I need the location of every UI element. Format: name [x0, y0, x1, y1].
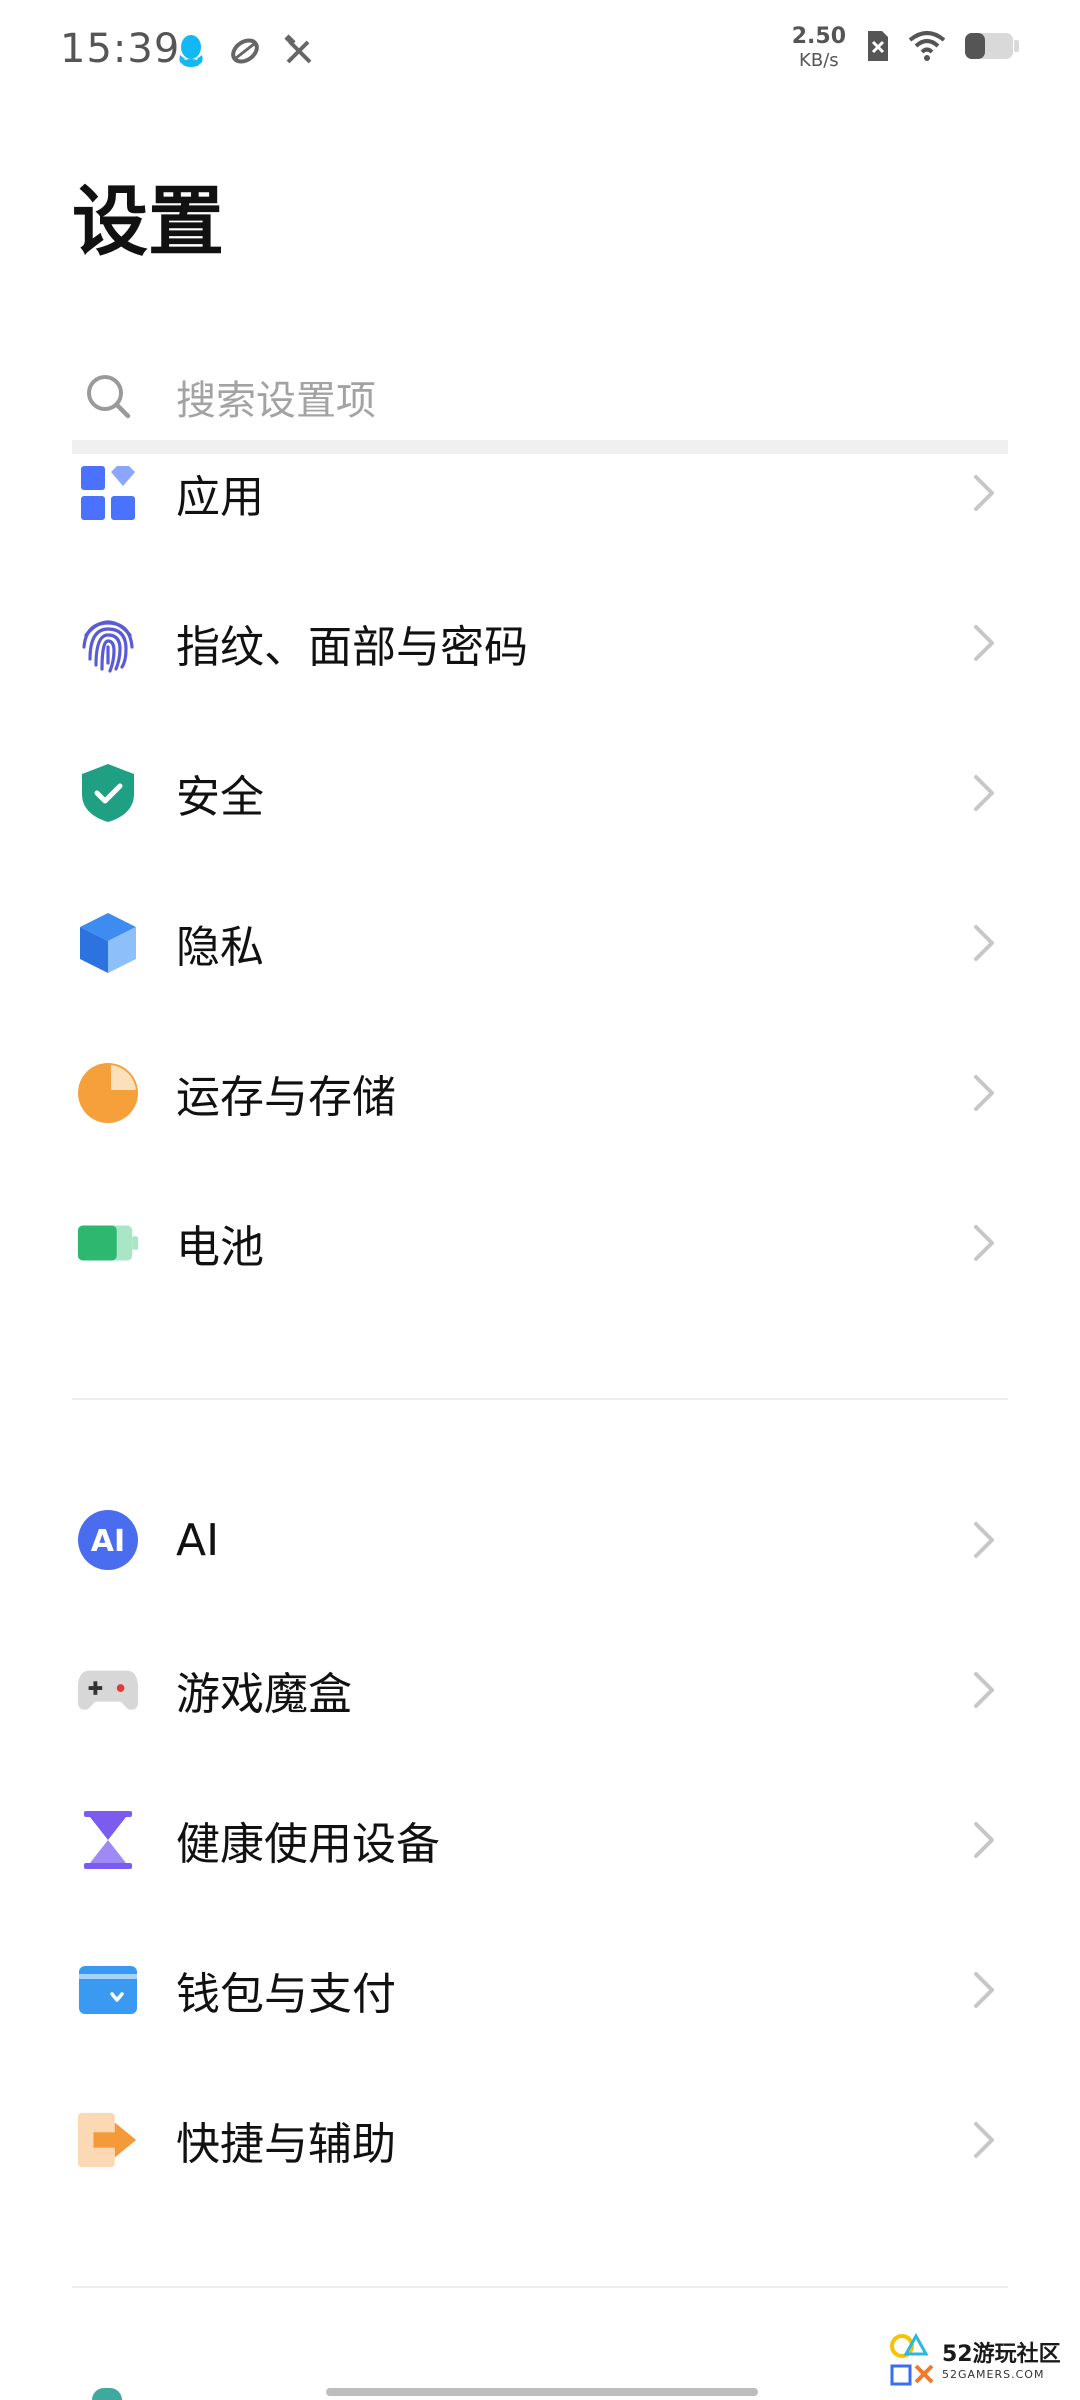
- chevron-right-icon: [974, 2122, 994, 2158]
- apps-icon: [76, 461, 140, 525]
- fingerprint-icon: [76, 611, 140, 675]
- setting-item-privacy[interactable]: 隐私: [0, 868, 1080, 1018]
- partial-next-item-icon: [92, 2388, 122, 2400]
- wallet-icon: [76, 1958, 140, 2022]
- chevron-right-icon: [974, 1972, 994, 2008]
- setting-label-battery: 电池: [176, 1222, 264, 1273]
- net-speed-unit: KB/s: [799, 50, 839, 71]
- group-divider: [72, 1398, 1008, 1400]
- setting-label-game-box: 游戏魔盒: [176, 1669, 352, 1720]
- chevron-right-icon: [974, 1225, 994, 1261]
- setting-label-security: 安全: [176, 772, 264, 823]
- wifi-icon: [908, 30, 946, 66]
- chevron-right-icon: [974, 775, 994, 811]
- setting-item-fingerprint[interactable]: 指纹、面部与密码: [0, 568, 1080, 718]
- setting-label-wallet: 钱包与支付: [176, 1969, 396, 2020]
- home-indicator[interactable]: [326, 2388, 758, 2396]
- shortcut-icon: [76, 2108, 140, 2172]
- settings-group-2: AI AI 游戏魔盒 健康使用设备 钱包与支付 快捷与辅助: [0, 1465, 1080, 2215]
- setting-item-battery[interactable]: 电池: [0, 1168, 1080, 1318]
- net-speed-value: 2.50: [791, 24, 846, 49]
- status-right: 2.50 KB/s: [792, 26, 1020, 70]
- chevron-right-icon: [974, 1075, 994, 1111]
- setting-item-security[interactable]: 安全: [0, 718, 1080, 868]
- status-bar: 15:39 2.50 KB/s: [0, 0, 1080, 110]
- setting-item-apps[interactable]: 应用: [0, 418, 1080, 568]
- net-speed: 2.50 KB/s: [792, 26, 846, 70]
- battery-icon: [964, 31, 1020, 65]
- chevron-right-icon: [974, 475, 994, 511]
- page-title: 设置: [72, 177, 224, 266]
- chevron-right-icon: [974, 1822, 994, 1858]
- status-time: 15:39: [60, 26, 181, 72]
- sim-disabled-icon: [864, 29, 890, 67]
- chevron-right-icon: [974, 1672, 994, 1708]
- gamepad-icon: [76, 1658, 140, 1722]
- status-icons-left: [172, 32, 318, 70]
- watermark-text: 52游玩社区: [942, 2342, 1061, 2367]
- svg-text:AI: AI: [91, 1524, 125, 1559]
- setting-label-ai: AI: [176, 1514, 220, 1566]
- setting-item-health[interactable]: 健康使用设备: [0, 1765, 1080, 1915]
- setting-label-shortcut: 快捷与辅助: [176, 2119, 396, 2170]
- setting-label-privacy: 隐私: [176, 922, 264, 973]
- setting-label-storage: 运存与存储: [176, 1072, 396, 1123]
- watermark-logo: 52游玩社区 52GAMERS.COM: [888, 2332, 1068, 2396]
- chevron-right-icon: [974, 925, 994, 961]
- tools-icon: [280, 32, 318, 70]
- setting-label-health: 健康使用设备: [176, 1819, 440, 1870]
- watermark-icon: [890, 2332, 934, 2386]
- setting-item-storage[interactable]: 运存与存储: [0, 1018, 1080, 1168]
- qq-icon: [172, 32, 210, 70]
- setting-item-ai[interactable]: AI AI: [0, 1465, 1080, 1615]
- setting-label-fingerprint: 指纹、面部与密码: [176, 622, 528, 673]
- storage-pie-icon: [76, 1061, 140, 1125]
- search-icon: [84, 372, 134, 422]
- ai-icon: AI: [76, 1508, 140, 1572]
- shield-icon: [76, 761, 140, 825]
- setting-label-apps: 应用: [176, 472, 264, 523]
- setting-item-game-box[interactable]: 游戏魔盒: [0, 1615, 1080, 1765]
- battery-setting-icon: [76, 1211, 140, 1275]
- setting-item-shortcut[interactable]: 快捷与辅助: [0, 2065, 1080, 2215]
- setting-item-wallet[interactable]: 钱包与支付: [0, 1915, 1080, 2065]
- hourglass-icon: [76, 1808, 140, 1872]
- privacy-cube-icon: [76, 911, 140, 975]
- sync-icon: [226, 32, 264, 70]
- settings-group-1: 应用 指纹、面部与密码 安全 隐私 运存与存储 电池: [0, 418, 1080, 1318]
- chevron-right-icon: [974, 625, 994, 661]
- chevron-right-icon: [974, 1522, 994, 1558]
- watermark-subtext: 52GAMERS.COM: [942, 2368, 1045, 2381]
- group-divider: [72, 2286, 1008, 2288]
